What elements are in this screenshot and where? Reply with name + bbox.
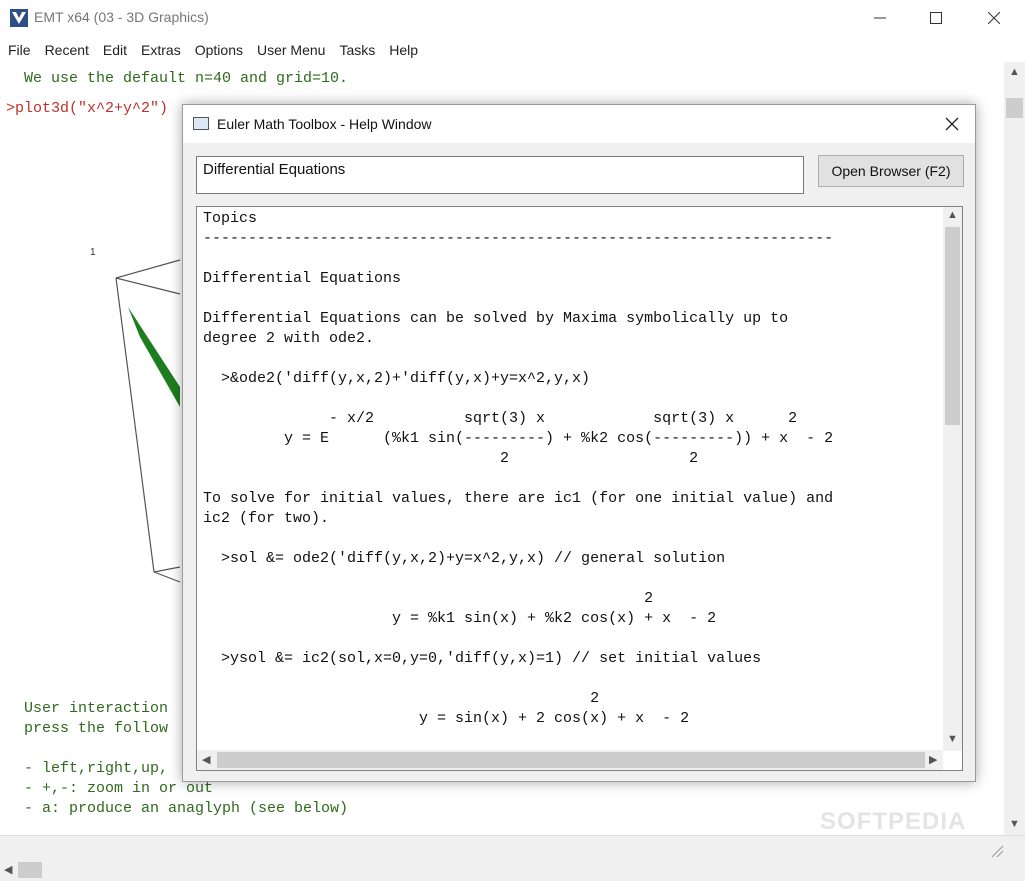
help-text-line: To solve for initial values, there are i…: [203, 490, 834, 507]
help-window: Euler Math Toolbox - Help Window Differe…: [182, 104, 976, 782]
menu-options[interactable]: Options: [191, 42, 247, 58]
help-text-line: >&ode2('diff(y,x,2)+'diff(y,x)+y=x^2,y,x…: [203, 370, 591, 387]
help-horizontal-scroll-thumb[interactable]: [217, 752, 925, 768]
menu-help[interactable]: Help: [385, 42, 422, 58]
minimize-icon: [874, 17, 886, 19]
help-text-line: ic2 (for two).: [203, 510, 330, 527]
menu-tasks[interactable]: Tasks: [335, 42, 379, 58]
help-window-title: Euler Math Toolbox - Help Window: [217, 116, 432, 132]
main-vertical-scrollbar[interactable]: [1004, 62, 1025, 835]
notebook-help-line: - left,right,up,: [24, 760, 169, 777]
help-text-line: 2 2: [203, 450, 699, 467]
menu-edit[interactable]: Edit: [99, 42, 131, 58]
app-title-bar: EMT x64 (03 - 3D Graphics): [0, 0, 1025, 36]
close-button[interactable]: [966, 0, 1022, 36]
status-strip: [0, 835, 1025, 859]
scroll-up-icon[interactable]: ▲: [947, 209, 958, 221]
plot-axis-label: 1: [90, 247, 96, 258]
scroll-right-icon[interactable]: ▶: [929, 753, 937, 766]
open-browser-button[interactable]: Open Browser (F2): [818, 155, 964, 187]
help-title-bar: Euler Math Toolbox - Help Window: [183, 105, 975, 143]
help-text-line: y = %k1 sin(x) + %k2 cos(x) + x - 2: [203, 610, 717, 627]
help-close-button[interactable]: [929, 105, 975, 143]
help-text-line: 2: [203, 590, 654, 607]
menu-user-menu[interactable]: User Menu: [253, 42, 329, 58]
menu-bar: File Recent Edit Extras Options User Men…: [0, 38, 1025, 62]
notebook-help-line: User interaction: [24, 700, 169, 717]
help-text-line: 2: [203, 690, 600, 707]
help-text-line: degree 2 with ode2.: [203, 330, 375, 347]
maximize-button[interactable]: [908, 0, 964, 36]
help-search-input[interactable]: Differential Equations: [196, 156, 804, 194]
scroll-down-icon[interactable]: ▼: [947, 733, 958, 745]
close-icon: [945, 117, 959, 131]
help-window-icon: [193, 117, 209, 130]
help-vertical-scrollbar[interactable]: ▲ ▼: [943, 207, 962, 751]
emt-app-icon: [10, 9, 28, 27]
close-icon: [988, 12, 1000, 24]
help-text-line: Topics: [203, 210, 258, 227]
notebook-help-line: - +,-: zoom in or out: [24, 780, 214, 797]
help-text-line: Differential Equations: [203, 270, 402, 287]
scroll-up-icon[interactable]: ▲: [1009, 66, 1020, 78]
minimize-button[interactable]: [852, 0, 908, 36]
menu-file[interactable]: File: [4, 42, 35, 58]
scroll-left-icon[interactable]: ◀: [4, 863, 12, 876]
help-content-area[interactable]: Topics ----------------------------------…: [196, 206, 963, 771]
main-horizontal-scroll-thumb[interactable]: [18, 862, 42, 878]
help-text-line: ----------------------------------------…: [203, 230, 834, 247]
help-text-line: Differential Equations can be solved by …: [203, 310, 789, 327]
window-title: EMT x64 (03 - 3D Graphics): [34, 9, 209, 25]
help-text-line: y = E (%k1 sin(---------) + %k2 cos(----…: [203, 430, 834, 447]
menu-recent[interactable]: Recent: [41, 42, 93, 58]
help-vertical-scroll-thumb[interactable]: [945, 227, 960, 425]
main-vertical-scroll-thumb[interactable]: [1006, 98, 1023, 118]
help-text-line: >sol &= ode2('diff(y,x,2)+y=x^2,y,x) // …: [203, 550, 726, 567]
notebook-comment: We use the default n=40 and grid=10.: [24, 70, 349, 87]
maximize-icon: [930, 12, 942, 24]
help-horizontal-scrollbar[interactable]: ◀ ▶: [197, 750, 943, 770]
notebook-command[interactable]: >plot3d("x^2+y^2"): [6, 100, 168, 117]
scroll-left-icon[interactable]: ◀: [202, 753, 210, 766]
menu-extras[interactable]: Extras: [137, 42, 185, 58]
help-text-line: - x/2 sqrt(3) x sqrt(3) x 2: [203, 410, 798, 427]
notebook-help-line: - a: produce an anaglyph (see below): [24, 800, 349, 817]
scroll-down-icon[interactable]: ▼: [1009, 818, 1020, 830]
resize-grip-icon[interactable]: [988, 842, 1004, 858]
main-horizontal-scrollbar[interactable]: [0, 859, 1025, 881]
softpedia-watermark: SOFTPEDIA: [820, 808, 967, 835]
notebook-help-line: press the follow: [24, 720, 169, 737]
3d-plot: 1: [90, 247, 181, 583]
help-text-line: >ysol &= ic2(sol,x=0,y=0,'diff(y,x)=1) /…: [203, 650, 762, 667]
help-text-line: y = sin(x) + 2 cos(x) + x - 2: [203, 710, 690, 727]
